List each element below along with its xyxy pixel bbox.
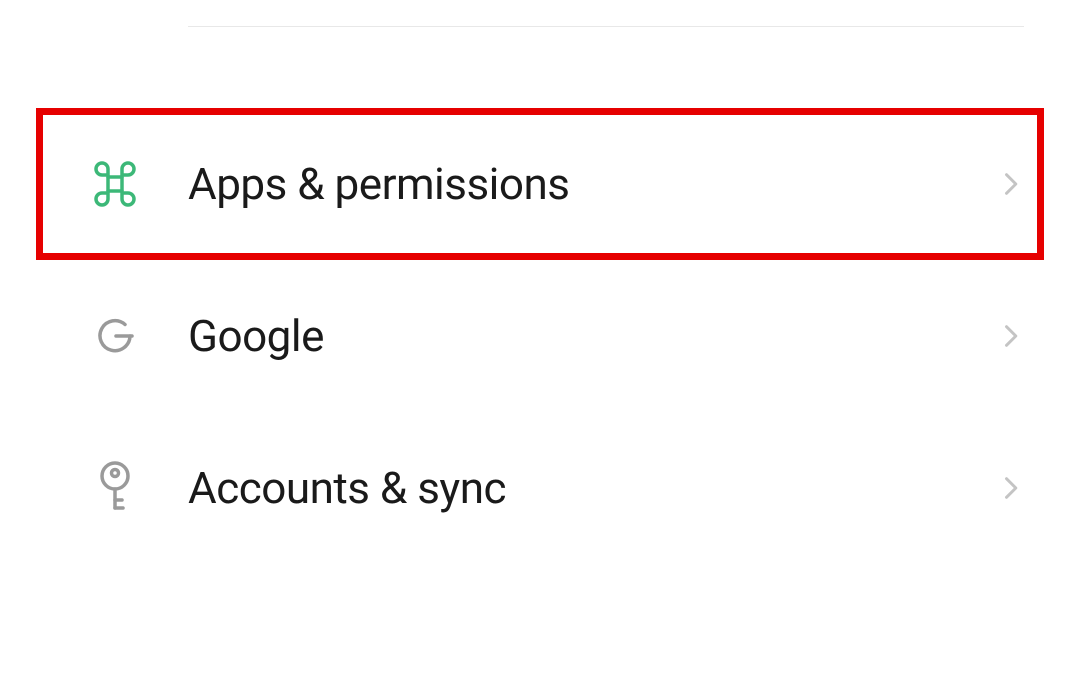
chevron-right-icon bbox=[996, 474, 1024, 502]
settings-item-label: Accounts & sync bbox=[188, 462, 996, 514]
chevron-right-icon bbox=[996, 170, 1024, 198]
settings-item-accounts-sync[interactable]: Accounts & sync bbox=[0, 412, 1080, 564]
key-icon bbox=[92, 460, 188, 516]
divider bbox=[188, 26, 1024, 27]
settings-item-google[interactable]: Google bbox=[0, 260, 1080, 412]
settings-item-label: Google bbox=[188, 310, 996, 362]
settings-list: Apps & permissions Google bbox=[0, 108, 1080, 564]
command-icon bbox=[92, 161, 188, 207]
settings-item-apps-permissions[interactable]: Apps & permissions bbox=[0, 108, 1080, 260]
google-icon bbox=[92, 313, 188, 359]
chevron-right-icon bbox=[996, 322, 1024, 350]
settings-item-label: Apps & permissions bbox=[188, 158, 996, 210]
